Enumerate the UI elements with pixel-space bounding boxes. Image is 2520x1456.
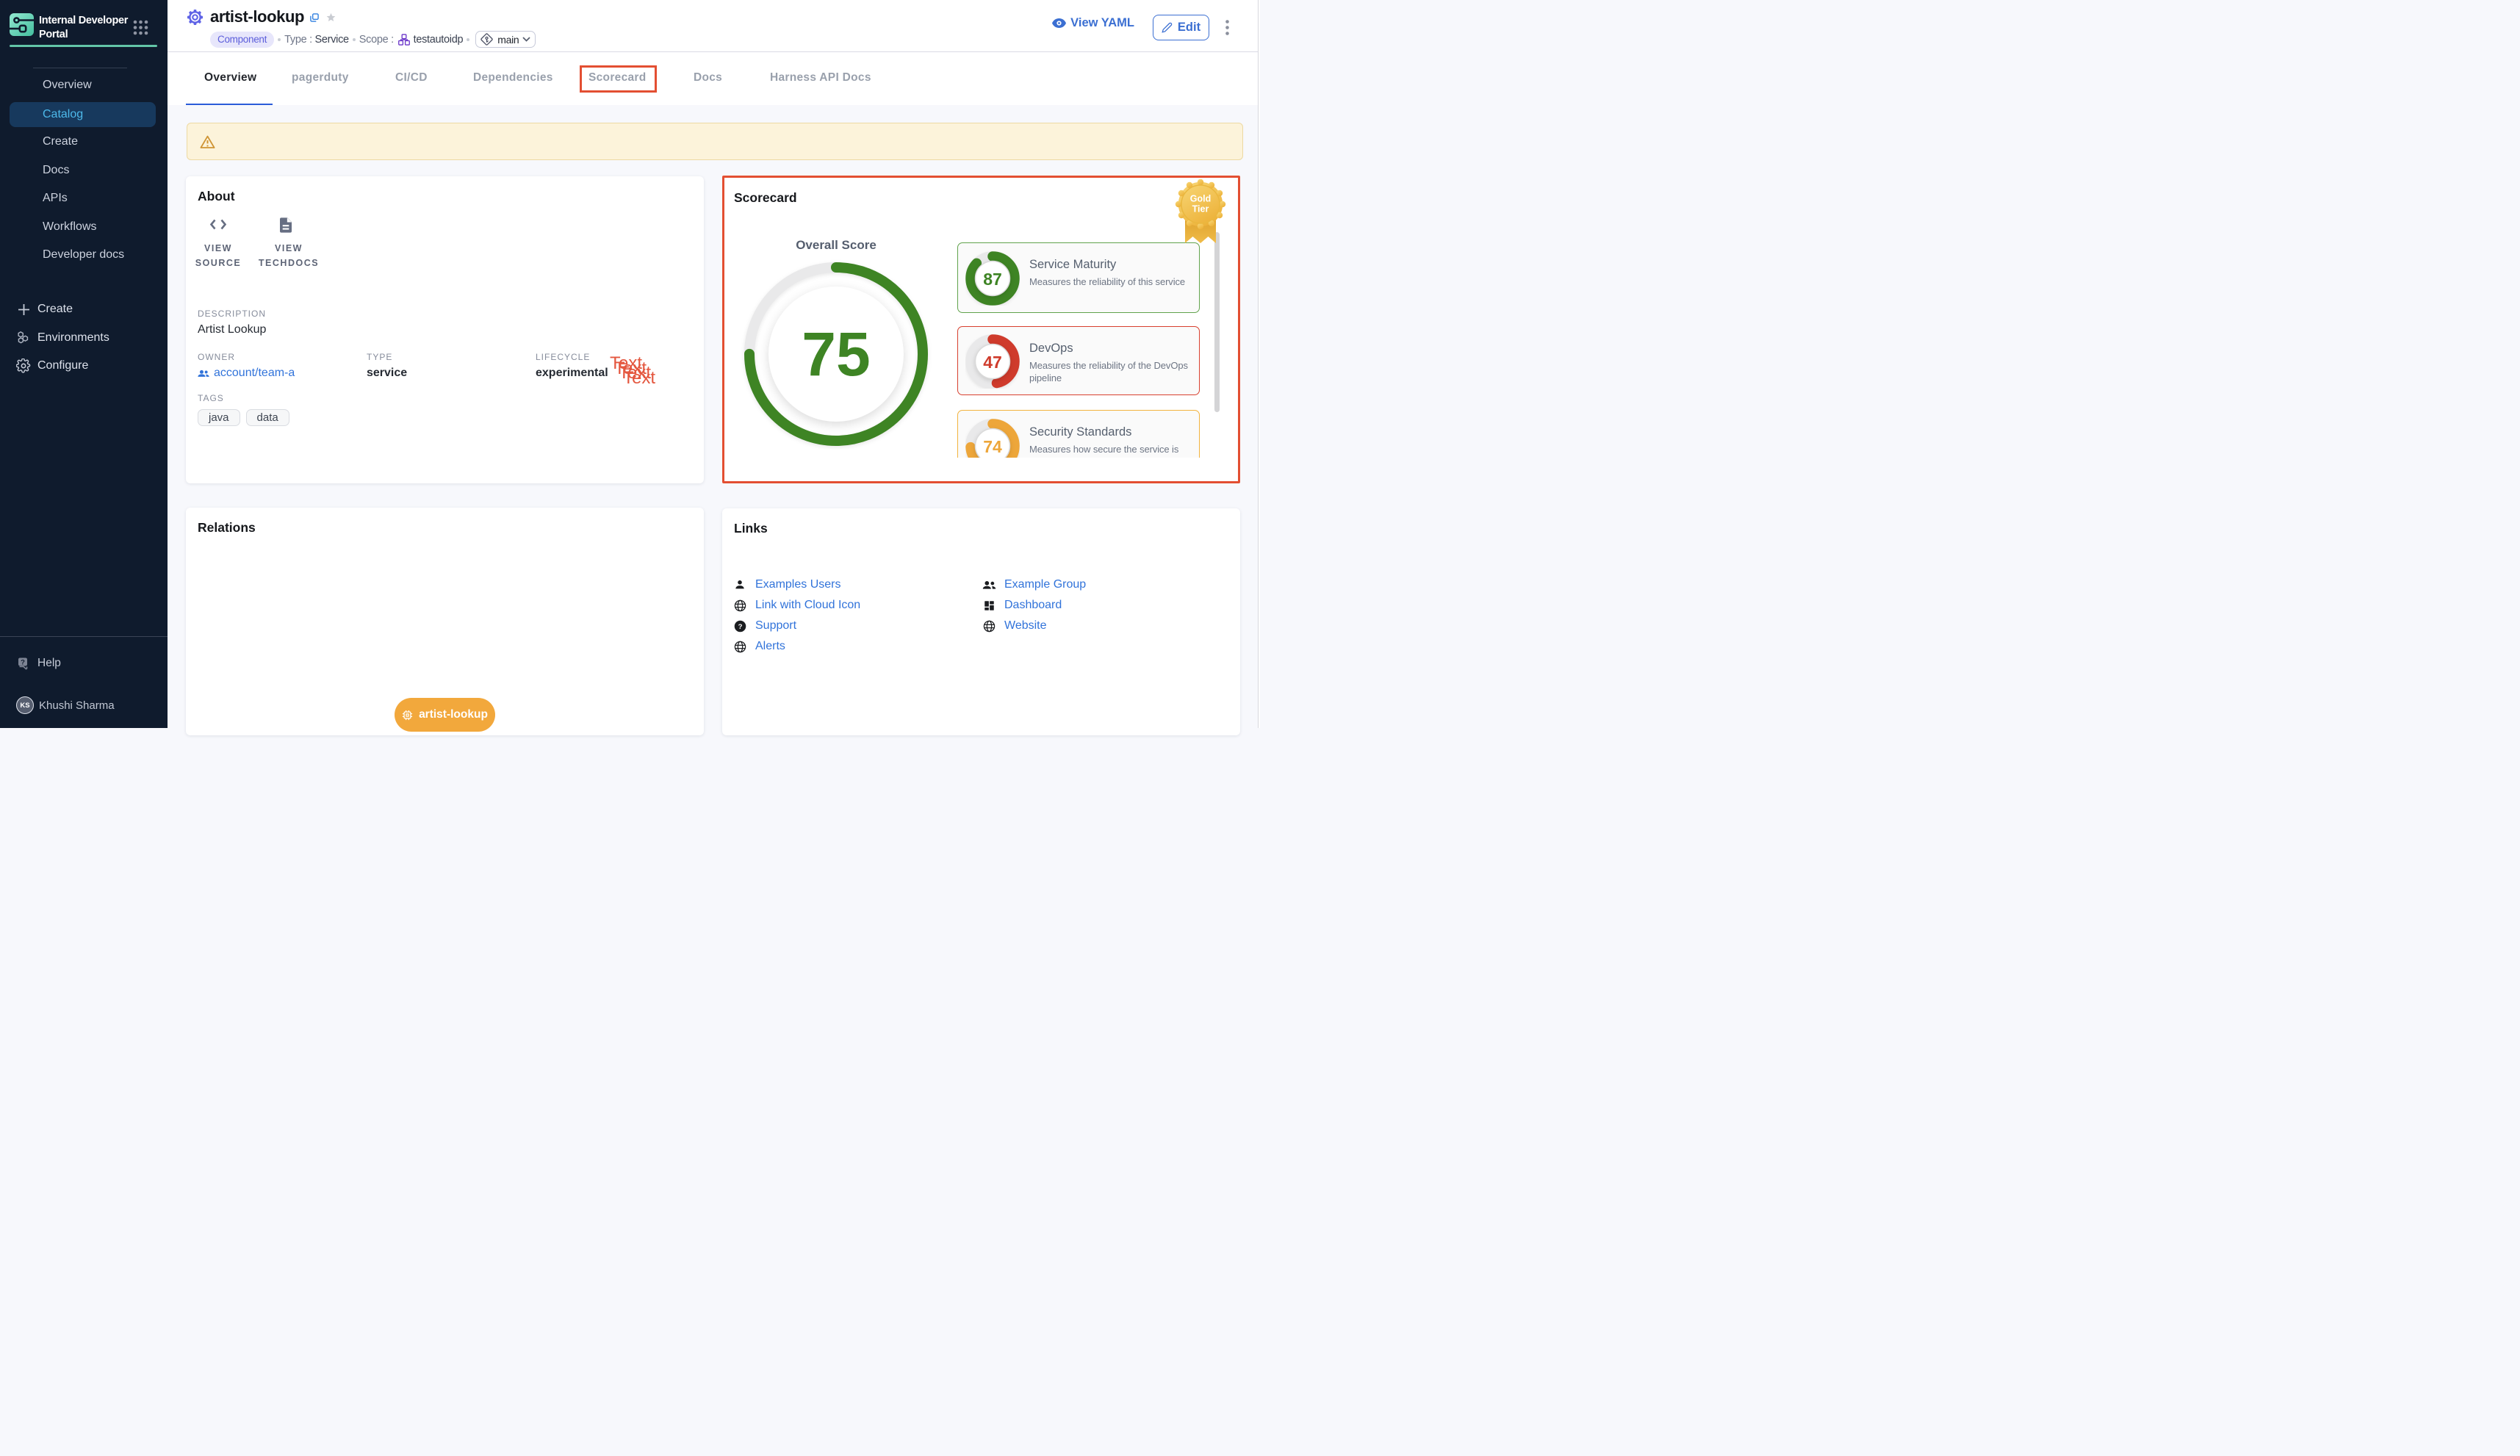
svg-text:?: ? [738,622,742,630]
svg-text:?: ? [21,658,25,666]
svg-text:Gold: Gold [1190,194,1211,204]
svg-text:Tier: Tier [1192,204,1209,215]
